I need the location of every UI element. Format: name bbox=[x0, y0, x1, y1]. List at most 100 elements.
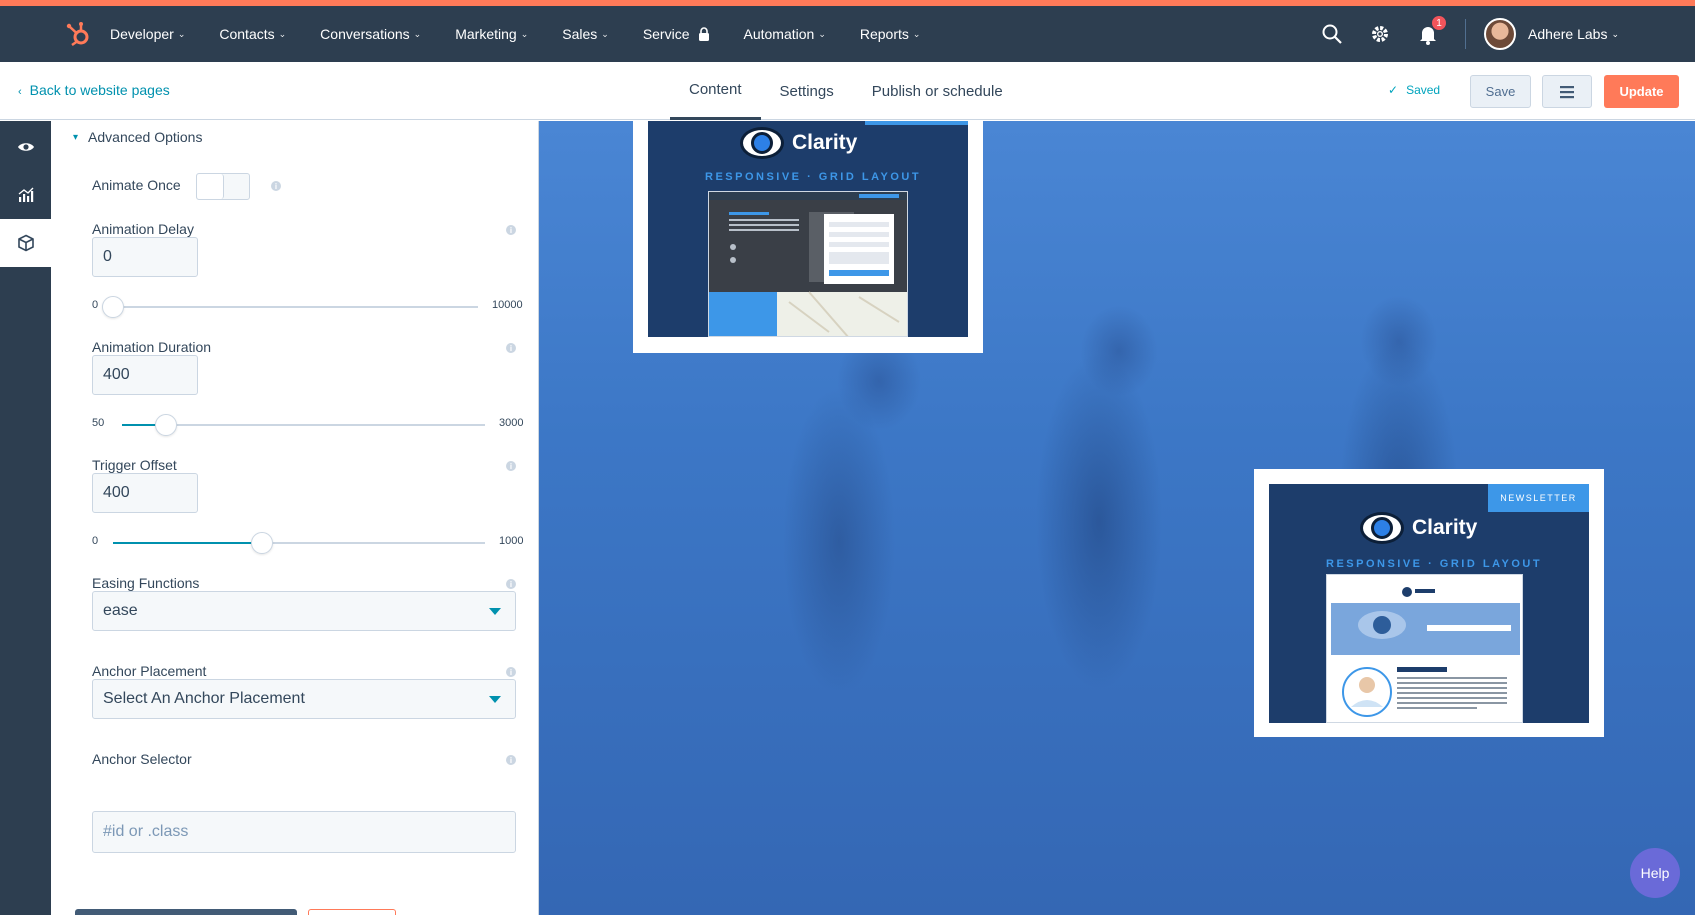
card-banner: Clarity RESPONSIVE · GRID LAYOUT bbox=[648, 121, 968, 337]
avatar[interactable] bbox=[1484, 18, 1517, 50]
check-icon: ✓ bbox=[1388, 83, 1399, 97]
easing-functions-select[interactable]: ease bbox=[92, 591, 516, 631]
hubspot-logo-icon[interactable] bbox=[64, 20, 92, 48]
chevron-down-icon: ⌄ bbox=[912, 28, 921, 39]
easing-selected-value: ease bbox=[103, 602, 138, 619]
nav-divider bbox=[1465, 19, 1467, 49]
rail-analytics-button[interactable] bbox=[0, 171, 51, 219]
card-banner: NEWSLETTER Clarity RESPONSIVE · GRID LAY… bbox=[1269, 484, 1589, 723]
dropdown-caret-icon bbox=[489, 696, 501, 703]
animation-duration-label: Animation Duration bbox=[92, 339, 212, 355]
card-ribbon-strip bbox=[865, 121, 968, 125]
nav-marketing[interactable]: Marketing ⌄ bbox=[455, 26, 528, 42]
cube-icon bbox=[17, 234, 34, 252]
rail-modules-button[interactable] bbox=[0, 219, 51, 267]
trigger-offset-max: 1000 bbox=[499, 535, 524, 547]
editor-tabs: Content Settings Publish or schedule bbox=[670, 62, 1022, 120]
trigger-offset-min: 0 bbox=[92, 535, 99, 547]
nav-conversations[interactable]: Conversations ⌄ bbox=[320, 26, 421, 42]
rail-preview-button[interactable] bbox=[0, 123, 51, 171]
tab-content[interactable]: Content bbox=[670, 62, 761, 120]
preview-card-clarity-newsletter[interactable]: NEWSLETTER Clarity RESPONSIVE · GRID LAY… bbox=[1254, 469, 1604, 737]
saved-status: ✓ Saved bbox=[1388, 83, 1440, 97]
account-menu[interactable]: Adhere Labs ⌄ bbox=[1528, 26, 1619, 42]
nav-automation[interactable]: Automation ⌄ bbox=[744, 26, 826, 42]
info-icon[interactable]: i bbox=[271, 181, 281, 191]
more-actions-button[interactable] bbox=[1542, 75, 1592, 108]
bar-chart-icon bbox=[18, 187, 33, 202]
nav-developer[interactable]: Developer ⌄ bbox=[110, 26, 185, 42]
slider-thumb[interactable] bbox=[154, 414, 177, 436]
search-icon[interactable] bbox=[1321, 23, 1343, 45]
notification-badge: 1 bbox=[1431, 15, 1448, 31]
mini-page-screenshot bbox=[708, 191, 908, 337]
notifications-button[interactable]: 1 bbox=[1417, 15, 1448, 45]
trigger-offset-slider[interactable] bbox=[113, 532, 485, 554]
nav-contacts[interactable]: Contacts ⌄ bbox=[219, 26, 286, 42]
module-settings-panel: ▾ Advanced Options Animate Once i Animati… bbox=[51, 121, 539, 915]
lock-icon bbox=[698, 27, 709, 41]
save-button[interactable]: Save bbox=[1470, 75, 1531, 108]
animation-delay-slider[interactable] bbox=[102, 296, 478, 318]
dropdown-caret-icon bbox=[489, 608, 501, 615]
anchor-placement-select[interactable]: Select An Anchor Placement bbox=[92, 679, 516, 719]
advanced-options-toggle[interactable]: ▾ Advanced Options bbox=[73, 129, 202, 145]
anchor-selector-input[interactable] bbox=[92, 811, 516, 853]
nav-service[interactable]: Service bbox=[643, 26, 710, 42]
mini-newsletter-illustration bbox=[1331, 587, 1520, 717]
chevron-left-icon: ‹ bbox=[18, 86, 22, 98]
animate-once-toggle[interactable] bbox=[196, 173, 250, 200]
animate-once-label: Animate Once bbox=[92, 177, 181, 193]
nav-reports[interactable]: Reports ⌄ bbox=[860, 26, 921, 42]
chevron-down-icon: ⌄ bbox=[278, 28, 287, 39]
account-name: Adhere Labs bbox=[1528, 26, 1608, 42]
eye-logo-icon bbox=[1360, 512, 1404, 544]
chevron-down-icon: ⌄ bbox=[177, 28, 186, 39]
back-to-website-pages-link[interactable]: ‹ Back to website pages bbox=[18, 82, 170, 98]
back-link-label: Back to website pages bbox=[29, 82, 170, 98]
preview-card-clarity-grid[interactable]: Clarity RESPONSIVE · GRID LAYOUT bbox=[633, 121, 983, 353]
mini-page-illustration bbox=[709, 192, 907, 336]
slider-thumb[interactable] bbox=[102, 296, 124, 318]
toggle-knob bbox=[197, 174, 224, 199]
panel-secondary-button[interactable] bbox=[308, 909, 396, 915]
info-icon[interactable]: i bbox=[506, 461, 516, 471]
tab-publish-or-schedule[interactable]: Publish or schedule bbox=[853, 62, 1022, 120]
info-icon[interactable]: i bbox=[506, 343, 516, 353]
easing-functions-label: Easing Functions bbox=[92, 575, 200, 591]
chevron-down-icon: ⌄ bbox=[520, 28, 529, 39]
nav-sales-label: Sales bbox=[562, 26, 598, 42]
eye-icon bbox=[17, 143, 34, 151]
nav-conversations-label: Conversations bbox=[320, 26, 410, 42]
card-brand: Clarity bbox=[1412, 516, 1478, 539]
info-icon[interactable]: i bbox=[506, 579, 516, 589]
mini-newsletter-screenshot bbox=[1326, 574, 1523, 723]
hamburger-icon bbox=[1560, 85, 1574, 98]
help-button[interactable]: Help bbox=[1630, 848, 1680, 898]
nav-marketing-label: Marketing bbox=[455, 26, 517, 42]
nav-service-label: Service bbox=[642, 26, 690, 42]
info-icon[interactable]: i bbox=[506, 667, 516, 677]
nav-sales[interactable]: Sales ⌄ bbox=[562, 26, 609, 42]
clarity-logo: Clarity bbox=[740, 127, 857, 159]
chevron-down-icon: ⌄ bbox=[601, 28, 609, 39]
eye-logo-icon bbox=[740, 127, 784, 159]
nav-automation-label: Automation bbox=[743, 26, 815, 42]
animation-delay-max: 10000 bbox=[492, 299, 523, 311]
tab-settings[interactable]: Settings bbox=[761, 62, 853, 120]
info-icon[interactable]: i bbox=[506, 225, 516, 235]
animation-delay-input[interactable] bbox=[92, 237, 198, 277]
info-icon[interactable]: i bbox=[506, 755, 516, 765]
gear-icon[interactable] bbox=[1369, 23, 1391, 45]
animation-duration-input[interactable] bbox=[92, 355, 198, 395]
card-brand: Clarity bbox=[792, 131, 858, 154]
anchor-placement-selected-value: Select An Anchor Placement bbox=[103, 690, 305, 707]
editor-header: ‹ Back to website pages Content Settings … bbox=[0, 62, 1695, 120]
clarity-logo: Clarity bbox=[1360, 512, 1477, 544]
animation-duration-slider[interactable] bbox=[122, 414, 485, 436]
anchor-placement-label: Anchor Placement bbox=[92, 663, 207, 679]
panel-primary-button[interactable] bbox=[75, 909, 297, 915]
update-button[interactable]: Update bbox=[1604, 75, 1679, 108]
slider-thumb[interactable] bbox=[250, 532, 273, 554]
trigger-offset-input[interactable] bbox=[92, 473, 198, 513]
